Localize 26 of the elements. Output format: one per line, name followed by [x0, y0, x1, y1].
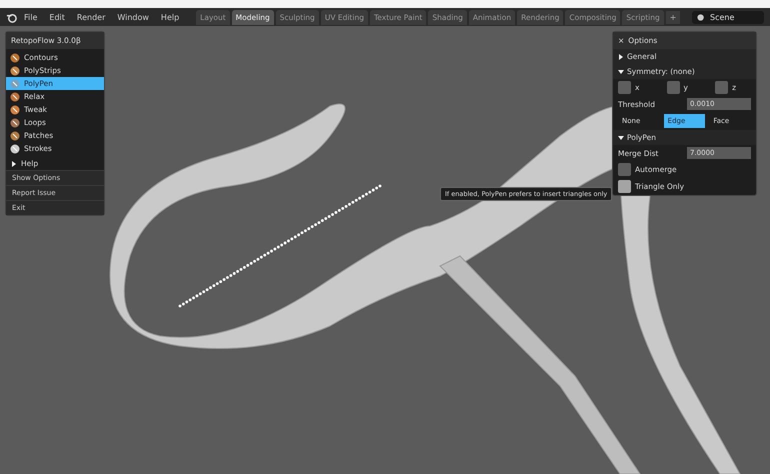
menu-item[interactable]: Edit [44, 12, 70, 22]
checkbox[interactable] [666, 81, 680, 94]
checkbox[interactable] [618, 163, 631, 176]
scene-selector[interactable]: Scene [692, 10, 764, 24]
expanded-triangle-icon [618, 134, 624, 140]
tool-icon [10, 104, 20, 114]
checkbox[interactable] [618, 180, 631, 193]
collapsed-triangle-icon [11, 160, 17, 166]
expanded-triangle-icon [618, 68, 624, 74]
tool-icon [10, 130, 20, 140]
collapsed-triangle-icon [618, 54, 624, 60]
tool-icon [10, 52, 20, 62]
app-logo-icon[interactable] [6, 12, 17, 22]
tool-icon [10, 78, 20, 88]
tool-icon [10, 144, 20, 154]
tool-icon [10, 118, 20, 128]
menu-item[interactable]: Window [112, 12, 154, 22]
scene-icon [697, 12, 706, 22]
menu-item[interactable]: File [19, 12, 42, 22]
menu-item[interactable]: Render [72, 12, 110, 22]
checkbox[interactable] [618, 81, 631, 94]
menu-item[interactable]: Help [156, 12, 184, 22]
tool-icon [10, 66, 20, 76]
tool-icon [10, 92, 20, 102]
checkbox[interactable] [715, 81, 728, 94]
add-workspace-button[interactable]: + [666, 10, 680, 24]
